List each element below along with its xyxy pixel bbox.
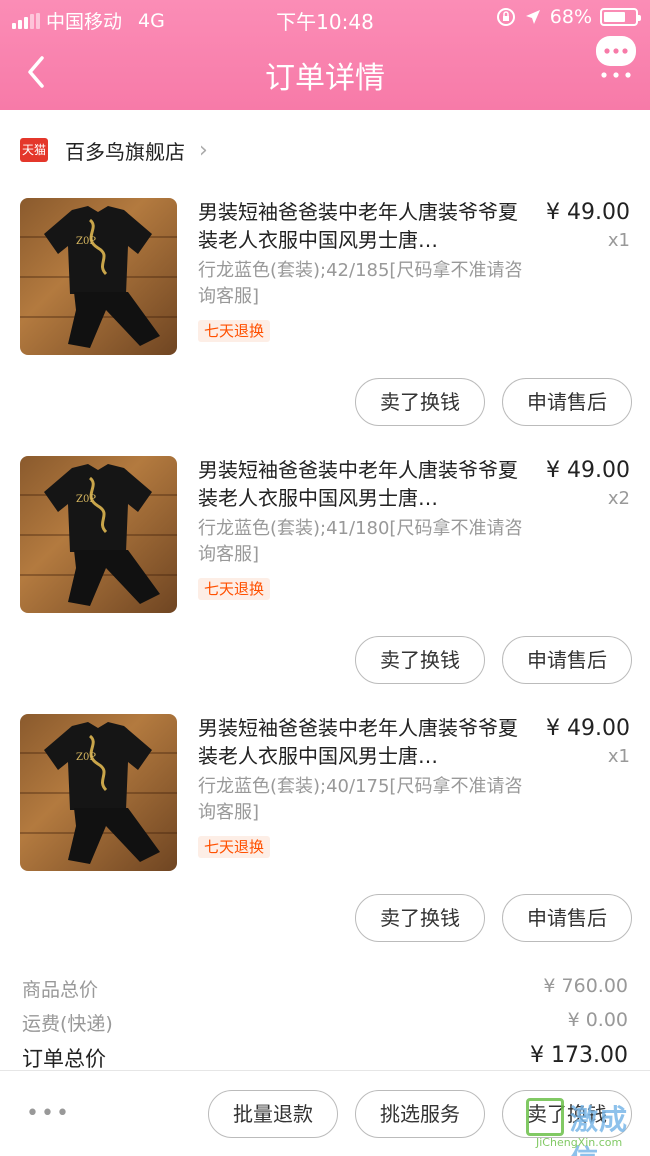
sell-button[interactable]: 卖了换钱 xyxy=(355,636,485,684)
shirt-image-icon: Z0P xyxy=(44,464,160,606)
after-sales-button[interactable]: 申请售后 xyxy=(502,894,632,942)
page-title: 订单详情 xyxy=(265,61,385,96)
item-sku: 行龙蓝色(套装);40/175[尺码拿不准请咨询客服] xyxy=(198,776,523,823)
svg-text:Z0P: Z0P xyxy=(76,236,96,247)
sell-button[interactable]: 卖了换钱 xyxy=(355,894,485,942)
order-item: Z0P 男装短袖爸爸装中老年人唐装爷爷夏装老人衣服中国风男士唐… 行龙蓝色(套装… xyxy=(0,456,650,706)
shop-name: 百多鸟旗舰店 xyxy=(65,139,185,164)
return-policy-badge: 七天退换 xyxy=(198,578,271,600)
watermark-logo: 激成信 JiChengXin.com xyxy=(526,1094,644,1156)
svg-text:Z0P: Z0P xyxy=(76,494,96,505)
after-sales-button[interactable]: 申请售后 xyxy=(502,378,632,426)
watermark-url: JiChengXin.com xyxy=(536,1136,623,1149)
goods-total-label: 商品总价 xyxy=(22,979,99,1001)
battery-percent: 68% xyxy=(549,6,592,28)
sell-button[interactable]: 卖了换钱 xyxy=(355,378,485,426)
rotation-lock-icon xyxy=(496,8,515,26)
select-service-button[interactable]: 挑选服务 xyxy=(355,1090,485,1138)
price-summary: 商品总价 ¥ 760.00 运费(快递) ¥ 0.00 订单总价 ¥ 173.0… xyxy=(0,975,650,1077)
more-options-button[interactable]: ••• xyxy=(26,1101,71,1126)
location-arrow-icon xyxy=(525,10,540,24)
return-policy-badge: 七天退换 xyxy=(198,320,271,342)
tmall-badge: 天猫 xyxy=(20,138,48,162)
item-quantity: x1 xyxy=(607,746,630,767)
item-sku: 行龙蓝色(套装);42/185[尺码拿不准请咨询客服] xyxy=(198,260,523,307)
shipping-row: 运费(快递) ¥ 0.00 xyxy=(0,1009,650,1043)
product-image[interactable]: Z0P xyxy=(20,714,177,871)
shirt-image-icon: Z0P xyxy=(44,206,160,348)
bottom-action-bar: ••• 批量退款 挑选服务 卖了换钱 激成信 JiChengXin.com xyxy=(0,1070,650,1156)
item-price: ¥ 49.00 xyxy=(546,716,630,741)
status-bar: 中国移动 4G 下午10:48 68% xyxy=(0,0,650,36)
order-item: Z0P 男装短袖爸爸装中老年人唐装爷爷夏装老人衣服中国风男士唐… 行龙蓝色(套装… xyxy=(0,714,650,964)
item-title[interactable]: 男装短袖爸爸装中老年人唐装爷爷夏装老人衣服中国风男士唐… xyxy=(198,456,528,512)
shipping-label: 运费(快递) xyxy=(22,1013,113,1035)
product-image[interactable]: Z0P xyxy=(20,198,177,355)
order-total-value: ¥ 173.00 xyxy=(530,1043,628,1068)
product-image[interactable]: Z0P xyxy=(20,456,177,613)
item-price: ¥ 49.00 xyxy=(546,458,630,483)
batch-refund-button[interactable]: 批量退款 xyxy=(208,1090,338,1138)
watermark-box-icon xyxy=(526,1098,564,1136)
svg-text:Z0P: Z0P xyxy=(76,752,96,763)
item-title[interactable]: 男装短袖爸爸装中老年人唐装爷爷夏装老人衣服中国风男士唐… xyxy=(198,714,528,770)
goods-total-row: 商品总价 ¥ 760.00 xyxy=(0,975,650,1009)
after-sales-button[interactable]: 申请售后 xyxy=(502,636,632,684)
return-policy-badge: 七天退换 xyxy=(198,836,271,858)
order-total-label: 订单总价 xyxy=(22,1047,106,1071)
battery-icon xyxy=(600,8,641,26)
goods-total-value: ¥ 760.00 xyxy=(543,975,628,997)
shop-row[interactable]: 天猫 百多鸟旗舰店 › xyxy=(0,128,650,172)
shirt-image-icon: Z0P xyxy=(44,722,160,864)
item-sku: 行龙蓝色(套装);41/180[尺码拿不准请咨询客服] xyxy=(198,518,523,565)
top-header: 中国移动 4G 下午10:48 68% 订单详情 xyxy=(0,0,650,110)
order-item: Z0P 男装短袖爸爸装中老年人唐装爷爷夏装老人衣服中国风男士唐… 行龙蓝色(套装… xyxy=(0,198,650,448)
shipping-value: ¥ 0.00 xyxy=(567,1009,628,1031)
item-title[interactable]: 男装短袖爸爸装中老年人唐装爷爷夏装老人衣服中国风男士唐… xyxy=(198,198,528,254)
item-price: ¥ 49.00 xyxy=(546,200,630,225)
message-button[interactable] xyxy=(594,34,638,82)
item-quantity: x1 xyxy=(607,230,630,251)
chevron-right-icon: › xyxy=(199,137,208,163)
item-quantity: x2 xyxy=(607,488,630,509)
